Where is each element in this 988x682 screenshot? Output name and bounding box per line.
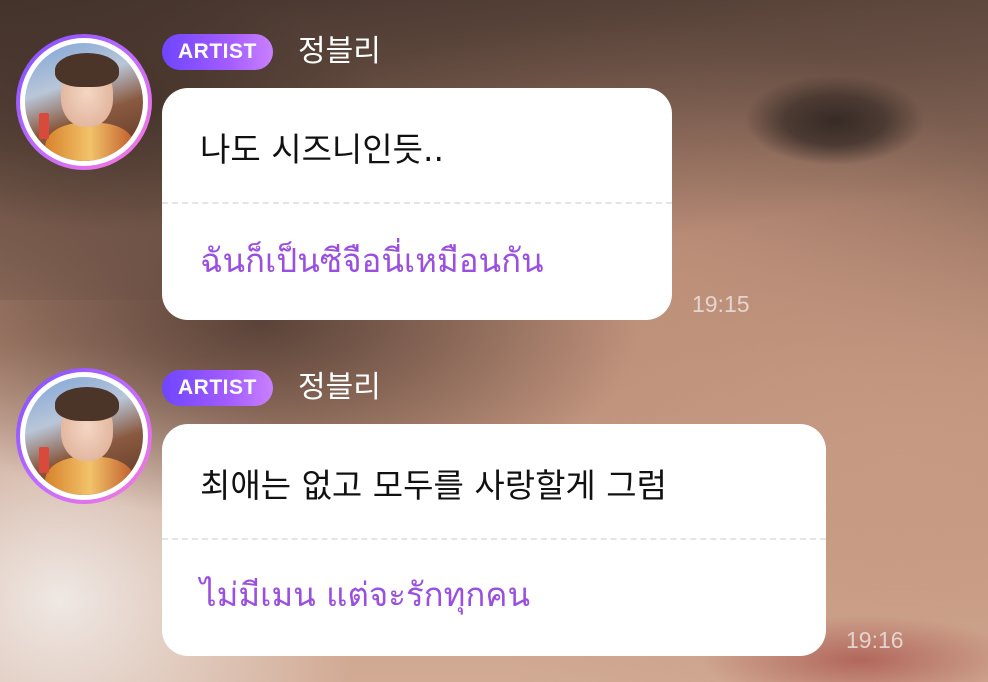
artist-badge: ARTIST [162,34,273,70]
message-bubble[interactable]: 나도 시즈니인듯.. ฉันก็เป็นซีจือนี่เหมือนกัน [162,88,672,320]
sender-avatar[interactable] [16,34,152,170]
message-timestamp: 19:15 [692,291,750,317]
message-bubble[interactable]: 최애는 없고 모두를 사랑할게 그럼 ไม่มีเมน แต่จะรักทุกค… [162,424,826,656]
translation-divider [162,202,672,204]
translation-text: ไม่มีเมน แต่จะรักทุกคน [200,575,531,614]
avatar-photo [25,43,143,161]
sender-name[interactable]: 정블리 [298,370,381,406]
message-text: 최애는 없고 모두를 사랑할게 그럼 [200,466,667,505]
translation-text: ฉันก็เป็นซีจือนี่เหมือนกัน [200,241,544,280]
message-text: 나도 시즈니인듯.. [200,130,444,169]
artist-badge: ARTIST [162,370,273,406]
sender-name[interactable]: 정블리 [298,34,381,70]
translation-divider [162,538,826,540]
sender-avatar[interactable] [16,368,152,504]
message-timestamp: 19:16 [846,627,904,653]
avatar-photo [25,377,143,495]
